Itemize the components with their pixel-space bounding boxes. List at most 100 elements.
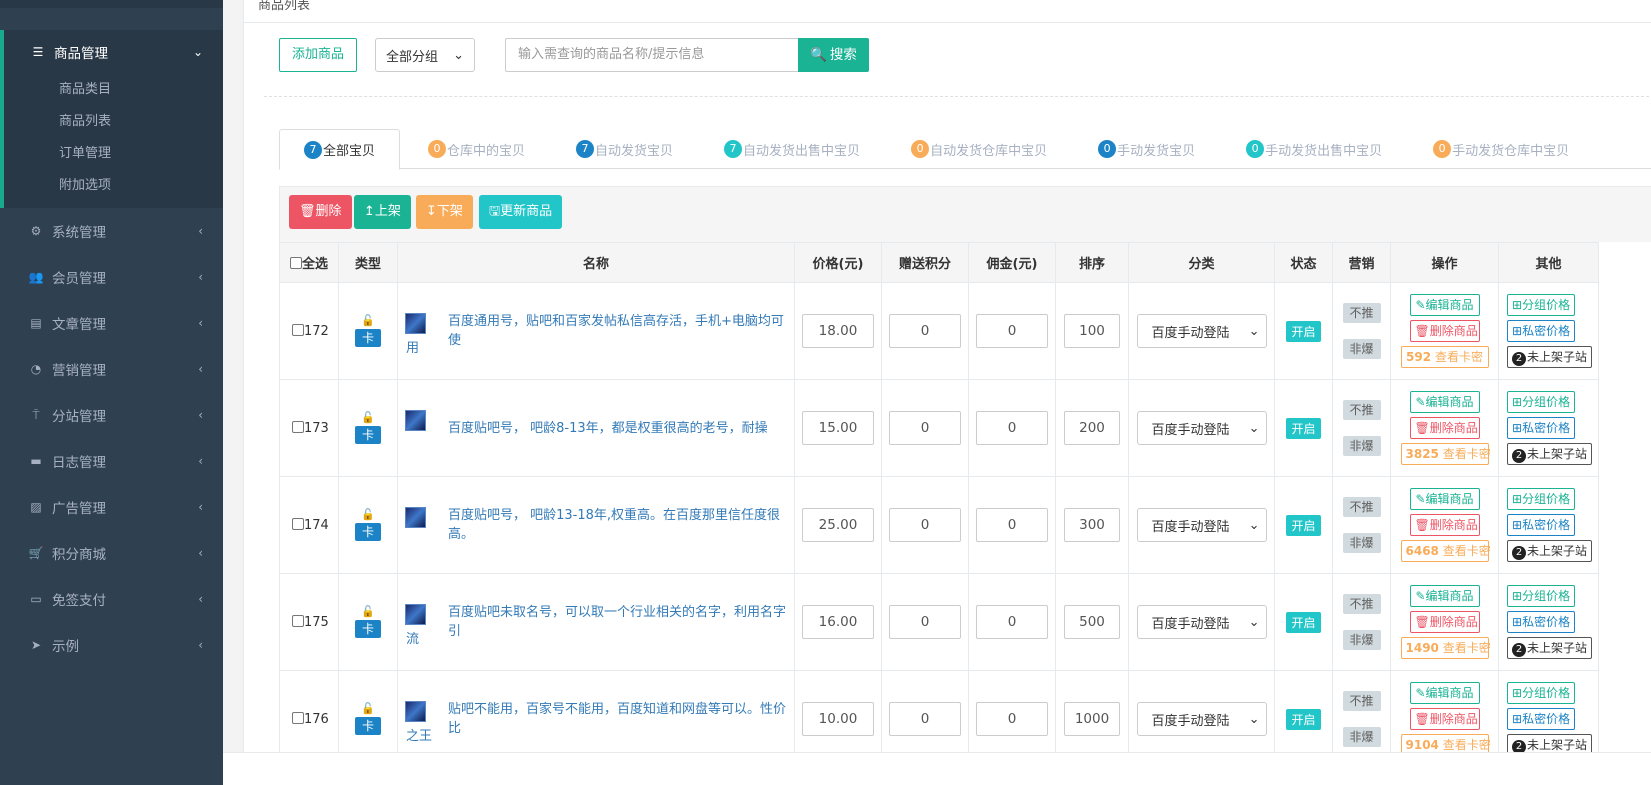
row-checkbox[interactable]: [292, 711, 304, 724]
add-goods-button[interactable]: 添加商品: [279, 38, 358, 72]
private-price-button[interactable]: ⊞私密价格: [1507, 708, 1576, 730]
category-filter-select[interactable]: 全部分组 ⌄: [375, 38, 476, 72]
sidebar-item-ads[interactable]: ▨ 广告管理 ‹: [0, 484, 223, 530]
group-price-button[interactable]: ⊞分组价格: [1507, 391, 1576, 413]
edit-goods-button[interactable]: ✎编辑商品: [1409, 585, 1480, 607]
group-price-button[interactable]: ⊞分组价格: [1507, 585, 1576, 607]
points-input[interactable]: 0: [889, 314, 961, 348]
select-all-header[interactable]: 全选: [279, 242, 339, 283]
bulk-up-button[interactable]: ↥上架: [354, 195, 411, 229]
view-cards-button[interactable]: 592 查看卡密: [1400, 346, 1489, 368]
recommend-badge[interactable]: 不推: [1342, 691, 1381, 711]
sidebar-item-logs[interactable]: ▬ 日志管理 ‹: [0, 438, 223, 484]
edit-goods-button[interactable]: ✎编辑商品: [1409, 488, 1480, 510]
price-input[interactable]: 16.00: [802, 605, 874, 639]
recommend-badge[interactable]: 不推: [1342, 497, 1381, 517]
row-checkbox[interactable]: [292, 517, 304, 530]
search-button[interactable]: 🔍 搜索: [798, 38, 869, 72]
delete-goods-button[interactable]: 🗑删除商品: [1409, 514, 1480, 536]
commission-input[interactable]: 0: [976, 314, 1048, 348]
sidebar-item-system[interactable]: ⚙ 系统管理 ‹: [0, 208, 223, 254]
sort-input[interactable]: 200: [1064, 411, 1120, 445]
edit-goods-button[interactable]: ✎编辑商品: [1409, 682, 1480, 704]
unlisted-substation-button[interactable]: 2 未上架子站: [1507, 346, 1593, 368]
commission-input[interactable]: 0: [976, 605, 1048, 639]
sidebar-item-example[interactable]: ➤ 示例 ‹: [0, 622, 223, 668]
row-checkbox[interactable]: [292, 323, 304, 336]
unlisted-substation-button[interactable]: 2 未上架子站: [1507, 443, 1593, 465]
hot-badge[interactable]: 非爆: [1342, 727, 1381, 747]
sidebar-subitem-addons[interactable]: 附加选项: [4, 170, 223, 202]
status-badge[interactable]: 开启: [1286, 514, 1321, 536]
product-name-link[interactable]: 百度通用号，贴吧和百家发帖私信高存活，手机+电脑均可使: [406, 312, 786, 350]
private-price-button[interactable]: ⊞私密价格: [1507, 320, 1576, 342]
sort-input[interactable]: 100: [1064, 314, 1120, 348]
delete-goods-button[interactable]: 🗑删除商品: [1409, 417, 1480, 439]
sidebar-item-articles[interactable]: ▤ 文章管理 ‹: [0, 300, 223, 346]
tab-5[interactable]: 0 手动发货宝贝: [1086, 129, 1207, 169]
price-input[interactable]: 15.00: [802, 411, 874, 445]
sidebar-subitem-categories[interactable]: 商品类目: [4, 74, 223, 106]
price-input[interactable]: 10.00: [802, 702, 874, 736]
sort-input[interactable]: 1000: [1064, 702, 1120, 736]
unlisted-substation-button[interactable]: 2 未上架子站: [1507, 637, 1593, 659]
sort-input[interactable]: 500: [1064, 605, 1120, 639]
price-input[interactable]: 25.00: [802, 508, 874, 542]
private-price-button[interactable]: ⊞私密价格: [1507, 611, 1576, 633]
hot-badge[interactable]: 非爆: [1342, 630, 1381, 650]
unlock-icon[interactable]: 🔓: [361, 412, 375, 424]
delete-goods-button[interactable]: 🗑删除商品: [1409, 611, 1480, 633]
commission-input[interactable]: 0: [976, 508, 1048, 542]
recommend-badge[interactable]: 不推: [1342, 303, 1381, 323]
category-select[interactable]: 百度手动登陆 ⌄: [1136, 314, 1267, 348]
search-input[interactable]: 输入需查询的商品名称/提示信息: [505, 38, 799, 72]
product-name-link[interactable]: 贴吧不能用，百家号不能用，百度知道和网盘等可以。性价比: [406, 700, 786, 738]
update-goods-button[interactable]: 🖫更新商品: [479, 195, 563, 229]
sidebar-subitem-orders[interactable]: 订单管理: [4, 138, 223, 170]
sidebar-item-marketing[interactable]: ◔ 营销管理 ‹: [0, 346, 223, 392]
unlock-icon[interactable]: 🔓: [361, 606, 375, 618]
product-name-tail[interactable]: 用: [406, 337, 419, 356]
row-checkbox[interactable]: [292, 420, 304, 433]
bulk-delete-button[interactable]: 🗑删除: [289, 195, 352, 229]
view-cards-button[interactable]: 1490 查看卡密: [1400, 637, 1491, 659]
product-name-link[interactable]: 百度贴吧未取名号，可以取一个行业相关的名字，利用名字引: [406, 603, 786, 641]
tab-4[interactable]: 0 自动发货仓库中宝贝: [899, 129, 1059, 169]
group-price-button[interactable]: ⊞分组价格: [1507, 682, 1576, 704]
delete-goods-button[interactable]: 🗑删除商品: [1409, 320, 1480, 342]
group-price-button[interactable]: ⊞分组价格: [1507, 294, 1576, 316]
sidebar-subitem-goods-list[interactable]: 商品列表: [4, 106, 223, 138]
tab-3[interactable]: 7 自动发货出售中宝贝: [712, 129, 872, 169]
points-input[interactable]: 0: [889, 702, 961, 736]
row-checkbox[interactable]: [292, 614, 304, 627]
category-select[interactable]: 百度手动登陆 ⌄: [1136, 702, 1267, 736]
category-select[interactable]: 百度手动登陆 ⌄: [1136, 605, 1267, 639]
tab-6[interactable]: 0 手动发货出售中宝贝: [1234, 129, 1394, 169]
hot-badge[interactable]: 非爆: [1342, 339, 1381, 359]
tab-1[interactable]: 0 仓库中的宝贝: [416, 129, 537, 169]
hot-badge[interactable]: 非爆: [1342, 436, 1381, 456]
category-select[interactable]: 百度手动登陆 ⌄: [1136, 411, 1267, 445]
points-input[interactable]: 0: [889, 411, 961, 445]
status-badge[interactable]: 开启: [1286, 708, 1321, 730]
sidebar-item-members[interactable]: 👥 会员管理 ‹: [0, 254, 223, 300]
unlock-icon[interactable]: 🔓: [361, 509, 375, 521]
product-name-link[interactable]: 百度贴吧号， 吧龄8-13年，都是权重很高的老号，耐操: [406, 419, 786, 438]
commission-input[interactable]: 0: [976, 411, 1048, 445]
category-select[interactable]: 百度手动登陆 ⌄: [1136, 508, 1267, 542]
unlock-icon[interactable]: 🔓: [361, 315, 375, 327]
edit-goods-button[interactable]: ✎编辑商品: [1409, 391, 1480, 413]
status-badge[interactable]: 开启: [1286, 417, 1321, 439]
status-badge[interactable]: 开启: [1286, 611, 1321, 633]
product-name-tail[interactable]: 流: [406, 628, 419, 647]
unlisted-substation-button[interactable]: 2 未上架子站: [1507, 540, 1593, 562]
private-price-button[interactable]: ⊞私密价格: [1507, 514, 1576, 536]
view-cards-button[interactable]: 3825 查看卡密: [1400, 443, 1491, 465]
product-name-link[interactable]: 百度贴吧号， 吧龄13-18年,权重高。在百度那里信任度很高。: [406, 506, 786, 544]
status-badge[interactable]: 开启: [1286, 320, 1321, 342]
view-cards-button[interactable]: 6468 查看卡密: [1400, 540, 1491, 562]
price-input[interactable]: 18.00: [802, 314, 874, 348]
tab-7[interactable]: 0 手动发货仓库中宝贝: [1421, 129, 1581, 169]
group-price-button[interactable]: ⊞分组价格: [1507, 488, 1576, 510]
sidebar-item-payment[interactable]: ▭ 免签支付 ‹: [0, 576, 223, 622]
